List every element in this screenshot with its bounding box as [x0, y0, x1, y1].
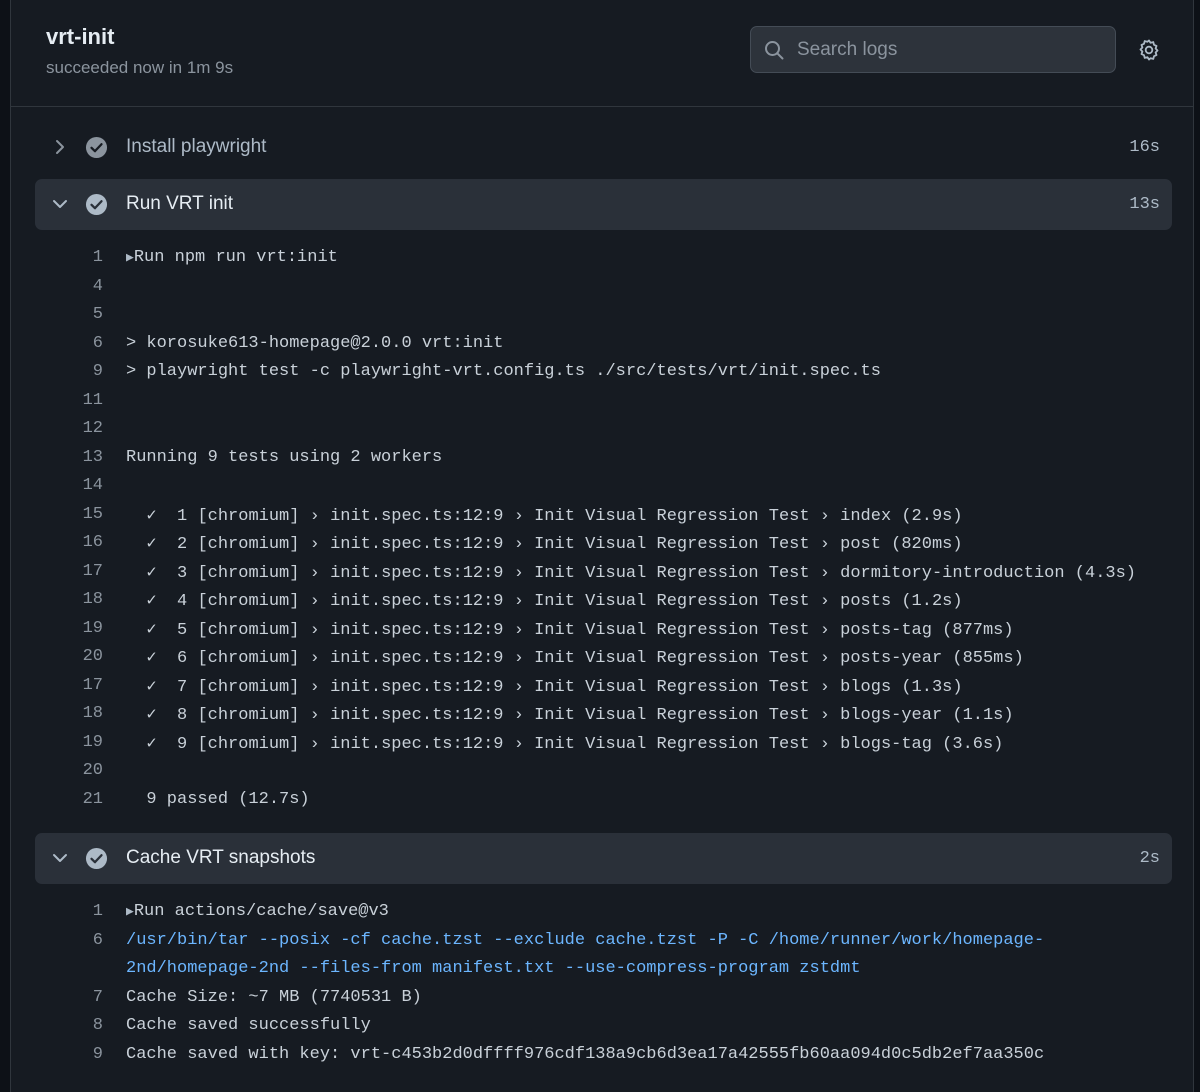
step-name: Cache VRT snapshots [126, 847, 316, 868]
log-text: Cache saved with key: vrt-c453b2d0dffff9… [126, 1044, 1045, 1064]
log-line: 19 ✓ 5 [chromium] › init.spec.ts:12:9 › … [11, 619, 1193, 647]
line-number[interactable]: 18 [51, 590, 103, 609]
log-line: 6 > korosuke613-homepage@2.0.0 vrt:init [11, 334, 1193, 362]
log-group-label: Run actions/cache/save@v3 [133, 902, 389, 921]
search-icon [765, 41, 784, 60]
log-line: 16 ✓ 2 [chromium] › init.spec.ts:12:9 › … [11, 533, 1193, 561]
line-number[interactable]: 13 [51, 448, 103, 467]
log-line: 2nd/homepage-2nd --files-from manifest.t… [11, 959, 1193, 987]
log-line: 17 ✓ 3 [chromium] › init.spec.ts:12:9 › … [11, 562, 1193, 590]
log-line: 20 [11, 761, 1193, 789]
log-line: 12 [11, 419, 1193, 447]
step-duration: 13s [1129, 195, 1160, 214]
check-circle-icon [85, 847, 108, 870]
log-line: 9 Cache saved with key: vrt-c453b2d0dffff… [11, 1045, 1193, 1073]
line-number[interactable]: 14 [51, 476, 103, 495]
line-number[interactable]: 17 [51, 562, 103, 581]
log-group-toggle[interactable]: ▶Run actions/cache/save@v3 [126, 902, 389, 921]
line-number[interactable]: 19 [51, 733, 103, 752]
line-number[interactable]: 20 [51, 761, 103, 780]
job-log-panel: vrt-init succeeded now in 1m 9s Install … [10, 0, 1194, 1092]
line-number[interactable]: 11 [51, 391, 103, 410]
log-text: 2nd/homepage-2nd --files-from manifest.t… [126, 959, 861, 978]
log-line: 18 ✓ 8 [chromium] › init.spec.ts:12:9 › … [11, 704, 1193, 732]
log-line: 1 ▶Run npm run vrt:init [11, 248, 1193, 276]
line-number[interactable]: 18 [51, 704, 103, 723]
log-line: 21 9 passed (12.7s) [11, 790, 1193, 818]
log-text: ✓ 2 [chromium] › init.spec.ts:12:9 › Ini… [126, 535, 963, 554]
step-duration: 16s [1129, 138, 1160, 157]
line-number[interactable]: 8 [51, 1016, 103, 1035]
chevron-down-icon [53, 854, 67, 862]
line-number[interactable]: 9 [51, 1045, 103, 1064]
log-line: 15 ✓ 1 [chromium] › init.spec.ts:12:9 › … [11, 505, 1193, 533]
log-line: 6/usr/bin/tar --posix -cf cache.tzst --e… [11, 931, 1193, 959]
line-number[interactable]: 15 [51, 505, 103, 524]
line-number[interactable]: 6 [51, 931, 103, 950]
log-line: 14 [11, 476, 1193, 504]
log-line: 13 Running 9 tests using 2 workers [11, 448, 1193, 476]
log-text: 9 passed (12.7s) [126, 789, 310, 809]
log-text: ✓ 4 [chromium] › init.spec.ts:12:9 › Ini… [126, 592, 963, 611]
log-line: 19 ✓ 9 [chromium] › init.spec.ts:12:9 › … [11, 733, 1193, 761]
log-text: ✓ 1 [chromium] › init.spec.ts:12:9 › Ini… [126, 506, 963, 526]
line-number[interactable]: 1 [51, 248, 103, 267]
log-text: ✓ 5 [chromium] › init.spec.ts:12:9 › Ini… [126, 620, 1014, 640]
check-circle-icon [85, 193, 108, 216]
log-line: 18 ✓ 4 [chromium] › init.spec.ts:12:9 › … [11, 590, 1193, 618]
search-input[interactable] [797, 27, 1107, 72]
gear-icon[interactable] [1137, 38, 1161, 62]
log-line: 20 ✓ 6 [chromium] › init.spec.ts:12:9 › … [11, 647, 1193, 675]
log-text: ✓ 6 [chromium] › init.spec.ts:12:9 › Ini… [126, 649, 1024, 668]
search-logs-box[interactable] [750, 26, 1116, 73]
line-number[interactable]: 4 [51, 277, 103, 296]
line-number[interactable]: 16 [51, 533, 103, 552]
log-line: 17 ✓ 7 [chromium] › init.spec.ts:12:9 › … [11, 676, 1193, 704]
step-cache-vrt-snapshots[interactable]: Cache VRT snapshots 2s [35, 833, 1172, 884]
step-install-playwright[interactable]: Install playwright 16s [35, 122, 1172, 173]
job-status: succeeded now in 1m 9s [46, 58, 234, 77]
line-number[interactable]: 19 [51, 619, 103, 638]
step-duration: 2s [1139, 849, 1160, 868]
log-line: 5 [11, 305, 1193, 333]
check-circle-icon [85, 136, 108, 159]
job-title: vrt-init [46, 24, 115, 49]
step-run-vrt-init[interactable]: Run VRT init 13s [35, 179, 1172, 230]
line-number[interactable]: 17 [51, 676, 103, 695]
line-number[interactable]: 21 [51, 790, 103, 809]
line-number[interactable]: 12 [51, 419, 103, 438]
line-number[interactable]: 6 [51, 334, 103, 353]
log-text: ✓ 9 [chromium] › init.spec.ts:12:9 › Ini… [126, 734, 1004, 754]
log-line: 4 [11, 277, 1193, 305]
log-line: 9 > playwright test -c playwright-vrt.con… [11, 362, 1193, 390]
log-group-toggle[interactable]: ▶Run npm run vrt:init [126, 248, 338, 267]
line-number[interactable]: 5 [51, 305, 103, 324]
chevron-down-icon [53, 200, 67, 208]
log-line: 7 Cache Size: ~7 MB (7740531 B) [11, 988, 1193, 1016]
chevron-right-icon [56, 140, 64, 154]
line-number[interactable]: 1 [51, 902, 103, 921]
line-number[interactable]: 7 [51, 988, 103, 1007]
log-text: Running 9 tests using 2 workers [126, 447, 443, 467]
triangle-right-icon: ▶ [126, 250, 134, 265]
job-header: vrt-init succeeded now in 1m 9s [11, 0, 1193, 107]
log-text: ✓ 8 [chromium] › init.spec.ts:12:9 › Ini… [126, 706, 1014, 725]
line-number[interactable]: 9 [51, 362, 103, 381]
log-line: 8 Cache saved successfully [11, 1016, 1193, 1044]
log-text: /usr/bin/tar --posix -cf cache.tzst --ex… [126, 930, 1045, 950]
line-number[interactable]: 20 [51, 647, 103, 666]
log-text: Cache saved successfully [126, 1016, 371, 1035]
log-text: Cache Size: ~7 MB (7740531 B) [126, 987, 422, 1007]
log-text: > korosuke613-homepage@2.0.0 vrt:init [126, 333, 504, 353]
step-name: Install playwright [126, 136, 267, 157]
log-text: ✓ 7 [chromium] › init.spec.ts:12:9 › Ini… [126, 677, 963, 697]
step-name: Run VRT init [126, 193, 234, 214]
log-line: 11 [11, 391, 1193, 419]
log-text: ✓ 3 [chromium] › init.spec.ts:12:9 › Ini… [126, 563, 1136, 583]
log-group-label: Run npm run vrt:init [133, 248, 338, 267]
log-line: 1 ▶Run actions/cache/save@v3 [11, 902, 1193, 930]
triangle-right-icon: ▶ [126, 904, 134, 919]
log-text: > playwright test -c playwright-vrt.conf… [126, 362, 881, 381]
